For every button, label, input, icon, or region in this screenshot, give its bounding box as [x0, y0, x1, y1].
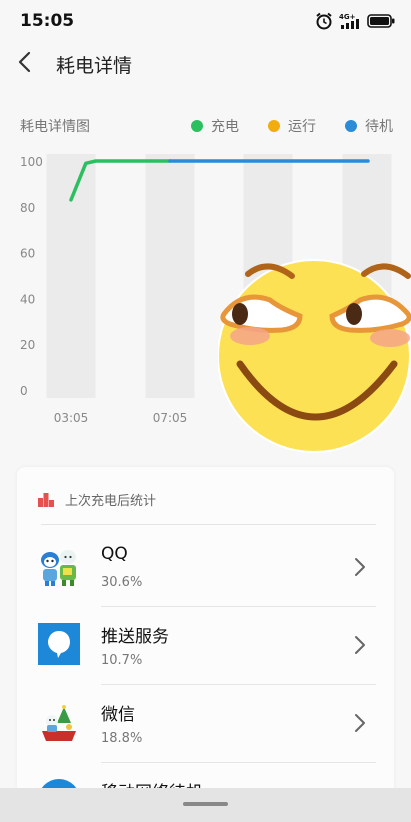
app-name: 推送服务: [101, 627, 169, 647]
legend-dot-running: [268, 120, 280, 132]
chart-bars-icon: [38, 493, 54, 507]
wechat-app-icon: [38, 701, 80, 743]
push-service-icon: [38, 623, 80, 665]
home-gesture-handle[interactable]: [183, 802, 228, 806]
divider: [41, 524, 376, 525]
legend-item-charging: 充电: [191, 116, 239, 136]
app-name: QQ: [101, 544, 128, 564]
legend-label-running: 运行: [288, 119, 316, 135]
chart-time-column: [46, 154, 96, 398]
battery-icon: [367, 14, 395, 28]
chevron-left-icon: [18, 51, 31, 73]
y-tick-label: 80: [20, 201, 35, 215]
legend-item-running: 运行: [268, 116, 316, 136]
y-tick-label: 20: [20, 338, 35, 352]
network-type-label: 4G+: [339, 13, 356, 21]
app-name: 微信: [101, 705, 135, 725]
legend-label-charging: 充电: [211, 119, 239, 135]
legend-item-standby: 待机: [345, 116, 393, 136]
page-title: 耗电详情: [56, 55, 133, 77]
status-time: 15:05: [20, 11, 75, 31]
app-usage-row[interactable]: 微信 18.8%: [17, 685, 394, 763]
stats-card-header: 上次充电后统计: [38, 489, 156, 509]
chevron-right-icon: [355, 714, 365, 732]
chart-title: 耗电详情图: [20, 119, 90, 135]
chart-time-column: [145, 154, 195, 398]
legend-dot-standby: [345, 120, 357, 132]
status-bar: 15:05 4G+: [0, 0, 411, 40]
navigation-bar: [0, 788, 411, 822]
stats-card: 上次充电后统计 QQ 30.6% 推送服务 10.7% 微信 18.8%: [17, 467, 394, 807]
stats-card-title: 上次充电后统计: [65, 493, 157, 509]
app-usage-percent: 30.6%: [101, 575, 143, 590]
app-usage-row[interactable]: 推送服务 10.7%: [17, 607, 394, 685]
chevron-right-icon: [355, 558, 365, 576]
status-icons: 4G+: [315, 12, 395, 30]
y-tick-label: 40: [20, 292, 35, 306]
app-bar: 耗电详情: [0, 40, 411, 86]
app-usage-percent: 18.8%: [101, 731, 143, 746]
back-button[interactable]: [12, 48, 40, 76]
y-tick-label: 100: [20, 155, 43, 169]
chevron-right-icon: [355, 636, 365, 654]
signal-icon: 4G+: [339, 13, 359, 29]
qq-app-icon: [38, 545, 80, 587]
smiling-emoji-sticker: [218, 259, 411, 453]
app-usage-percent: 10.7%: [101, 653, 143, 668]
app-usage-row[interactable]: QQ 30.6%: [17, 529, 394, 607]
x-tick-label: 07:05: [153, 411, 188, 425]
alarm-icon: [316, 12, 332, 30]
x-tick-label: 03:05: [54, 411, 89, 425]
y-tick-label: 0: [20, 384, 28, 398]
legend-dot-charging: [191, 120, 203, 132]
legend-label-standby: 待机: [365, 119, 393, 135]
y-tick-label: 60: [20, 247, 35, 261]
